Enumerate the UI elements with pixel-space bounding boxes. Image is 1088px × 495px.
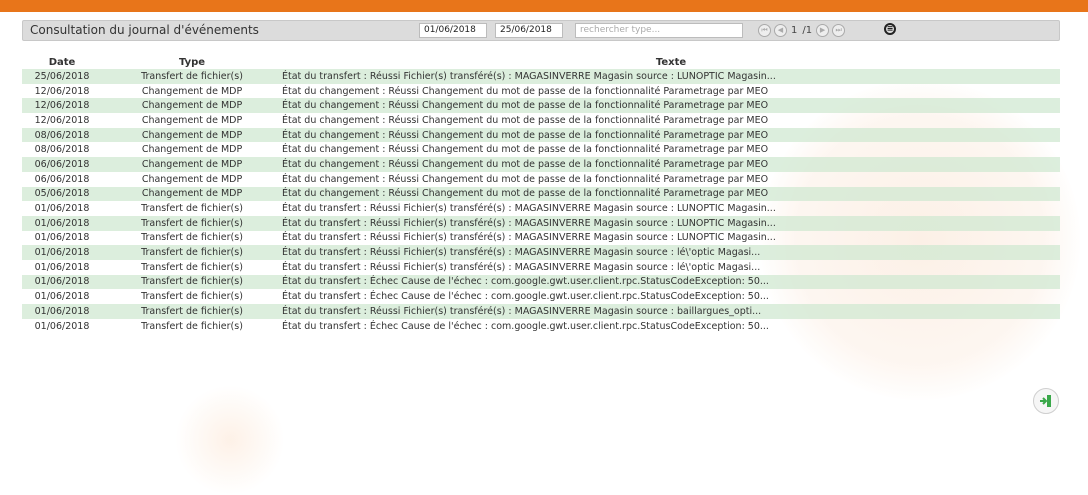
cell-type: Transfert de fichier(s) [141, 232, 243, 244]
cell-type: Changement de MDP [102, 127, 282, 143]
background-decoration-small [175, 385, 285, 495]
table-row[interactable]: 01/06/2018 Transfert de fichier(s) État du… [22, 231, 1060, 246]
column-header-type[interactable]: Type [102, 55, 282, 69]
cell-type: Changement de MDP [141, 85, 243, 97]
table-row[interactable]: 08/06/2018 Changement de MDP État du chang… [22, 142, 1060, 157]
cell-type: Changement de MDP [141, 144, 243, 156]
cell-texte: État du changement : Réussi Changement d… [282, 127, 1060, 143]
cell-date: 01/06/2018 [34, 291, 90, 303]
cell-texte: État du transfert : Réussi Fichier(s) tr… [282, 261, 761, 273]
cell-type: Transfert de fichier(s) [141, 291, 243, 303]
cell-texte: État du transfert : Échec Cause de l'éch… [282, 320, 769, 332]
last-page-icon[interactable]: ⏭ [832, 24, 846, 37]
cell-texte: État du changement : Réussi Changement d… [282, 173, 769, 185]
page-total: /1 [802, 25, 813, 36]
cell-date: 12/06/2018 [34, 114, 90, 126]
cell-texte: État du changement : Réussi Changement d… [282, 98, 1060, 114]
table-header-row: Date Type Texte [22, 55, 1060, 69]
filter-icon[interactable]: ≡ [884, 23, 896, 35]
cell-date: 01/06/2018 [34, 232, 90, 244]
cell-date: 01/06/2018 [22, 215, 102, 231]
table-row[interactable]: 12/06/2018 Changement de MDP État du chang… [22, 84, 1060, 99]
table-row[interactable]: 01/06/2018 Transfert de fichier(s) État du… [22, 201, 1060, 216]
cell-texte: État du transfert : Réussi Fichier(s) tr… [282, 69, 1060, 84]
next-page-icon[interactable]: ▶ [816, 24, 830, 37]
cell-date: 01/06/2018 [22, 274, 102, 290]
cell-date: 25/06/2018 [22, 69, 102, 84]
table-row[interactable]: 25/06/2018 Transfert de fichier(s) État du… [22, 69, 1060, 84]
cell-date: 01/06/2018 [22, 245, 102, 260]
table-row[interactable]: 01/06/2018 Transfert de fichier(s) État du… [22, 260, 1060, 275]
cell-type: Changement de MDP [141, 173, 243, 185]
date-from-field[interactable]: 01/06/2018 [419, 23, 487, 38]
cell-texte: État du transfert : Échec Cause de l'éch… [282, 291, 769, 303]
search-input[interactable]: rechercher type... [575, 23, 743, 38]
date-to-field[interactable]: 25/06/2018 [495, 23, 563, 38]
first-page-icon[interactable]: ⏮ [758, 24, 771, 37]
cell-date: 05/06/2018 [22, 186, 102, 202]
cell-type: Transfert de fichier(s) [102, 274, 282, 290]
table-row[interactable]: 12/06/2018 Changement de MDP État du chang… [22, 98, 1060, 114]
cell-texte: État du transfert : Réussi Fichier(s) tr… [282, 245, 1060, 260]
table-row[interactable]: 06/06/2018 Changement de MDP État du chang… [22, 172, 1060, 187]
cell-type: Transfert de fichier(s) [102, 69, 282, 84]
cell-type: Transfert de fichier(s) [102, 304, 282, 319]
cell-type: Transfert de fichier(s) [141, 261, 243, 273]
pagination: ⏮ ◀ 1 /1 ▶ ⏭ [758, 23, 846, 38]
cell-type: Changement de MDP [102, 157, 282, 172]
page-title: Consultation du journal d'événements [30, 23, 259, 37]
cell-date: 01/06/2018 [34, 261, 90, 273]
cell-date: 12/06/2018 [22, 98, 102, 114]
cell-texte: État du changement : Réussi Changement d… [282, 144, 769, 156]
column-header-date[interactable]: Date [22, 55, 102, 69]
column-header-texte[interactable]: Texte [282, 55, 1060, 69]
cell-type: Transfert de fichier(s) [102, 245, 282, 260]
table-row[interactable]: 01/06/2018 Transfert de fichier(s) État du… [22, 215, 1060, 231]
table-row[interactable]: 01/06/2018 Transfert de fichier(s) État du… [22, 304, 1060, 319]
cell-texte: État du transfert : Échec Cause de l'éch… [282, 274, 1060, 290]
cell-date: 12/06/2018 [34, 85, 90, 97]
events-table: Date Type Texte 25/06/2018 Transfert de f… [22, 55, 1060, 333]
cell-date: 08/06/2018 [22, 127, 102, 143]
page-current: 1 [791, 25, 798, 36]
cell-type: Transfert de fichier(s) [141, 203, 243, 215]
exit-button[interactable] [1033, 388, 1059, 414]
table-row[interactable]: 01/06/2018 Transfert de fichier(s) État du… [22, 245, 1060, 260]
cell-date: 06/06/2018 [34, 173, 90, 185]
toolbar: Consultation du journal d'événements 01/… [22, 20, 1060, 41]
cell-texte: État du changement : Réussi Changement d… [282, 157, 1060, 172]
cell-date: 01/06/2018 [34, 320, 90, 332]
table-row[interactable]: 01/06/2018 Transfert de fichier(s) État du… [22, 274, 1060, 290]
previous-page-icon[interactable]: ◀ [774, 24, 787, 37]
cell-texte: État du transfert : Réussi Fichier(s) tr… [282, 304, 1060, 319]
cell-texte: État du transfert : Réussi Fichier(s) tr… [282, 215, 1060, 231]
cell-texte: État du transfert : Réussi Fichier(s) tr… [282, 203, 776, 215]
table-row[interactable]: 12/06/2018 Changement de MDP État du chang… [22, 113, 1060, 128]
table-row[interactable]: 06/06/2018 Changement de MDP État du chang… [22, 157, 1060, 172]
cell-type: Transfert de fichier(s) [102, 215, 282, 231]
exit-icon [1040, 395, 1051, 407]
table-row[interactable]: 01/06/2018 Transfert de fichier(s) État du… [22, 289, 1060, 304]
cell-type: Changement de MDP [102, 98, 282, 114]
cell-texte: État du changement : Réussi Changement d… [282, 186, 1060, 202]
top-accent-bar [0, 0, 1088, 12]
cell-date: 06/06/2018 [22, 157, 102, 172]
table-row[interactable]: 01/06/2018 Transfert de fichier(s) État du… [22, 319, 1060, 334]
cell-texte: État du changement : Réussi Changement d… [282, 114, 769, 126]
cell-date: 01/06/2018 [22, 304, 102, 319]
cell-date: 01/06/2018 [34, 203, 90, 215]
table-row[interactable]: 08/06/2018 Changement de MDP État du chang… [22, 127, 1060, 143]
cell-date: 08/06/2018 [34, 144, 90, 156]
cell-type: Transfert de fichier(s) [141, 320, 243, 332]
cell-type: Changement de MDP [141, 114, 243, 126]
table-row[interactable]: 05/06/2018 Changement de MDP État du chang… [22, 186, 1060, 202]
cell-texte: État du transfert : Réussi Fichier(s) tr… [282, 232, 776, 244]
cell-type: Changement de MDP [102, 186, 282, 202]
cell-texte: État du changement : Réussi Changement d… [282, 85, 769, 97]
